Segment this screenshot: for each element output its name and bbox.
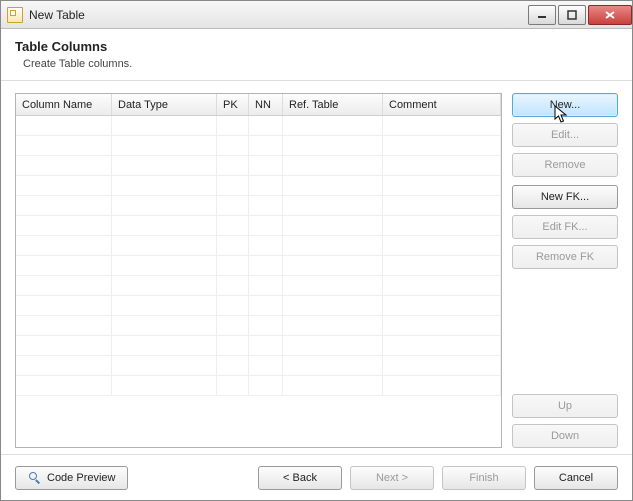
code-preview-label: Code Preview [47,472,115,484]
table-row[interactable] [16,176,501,196]
th-ref-table[interactable]: Ref. Table [283,94,383,115]
finish-button[interactable]: Finish [442,466,526,490]
th-column-name[interactable]: Column Name [16,94,112,115]
table-row[interactable] [16,136,501,156]
table-body[interactable] [16,116,501,447]
new-button[interactable]: New... [512,93,618,117]
th-pk[interactable]: PK [217,94,249,115]
columns-table: Column Name Data Type PK NN Ref. Table C… [15,93,502,448]
back-button[interactable]: < Back [258,466,342,490]
close-button[interactable] [588,5,632,25]
minimize-icon [537,10,547,20]
table-row[interactable] [16,156,501,176]
table-row[interactable] [16,116,501,136]
down-button[interactable]: Down [512,424,618,448]
magnifier-icon [28,471,42,485]
up-button[interactable]: Up [512,394,618,418]
table-row[interactable] [16,196,501,216]
window-title: New Table [29,8,85,22]
table-row[interactable] [16,236,501,256]
table-row[interactable] [16,316,501,336]
dialog-header: Table Columns Create Table columns. [1,29,632,81]
table-row[interactable] [16,376,501,396]
table-icon [7,7,23,23]
maximize-icon [567,10,577,20]
side-buttons: New... Edit... Remove New FK... Edit FK.… [512,93,618,448]
code-preview-button[interactable]: Code Preview [15,466,128,490]
table-row[interactable] [16,296,501,316]
table-row[interactable] [16,256,501,276]
table-row[interactable] [16,276,501,296]
new-table-dialog: New Table Table Columns Create Table col… [0,0,633,501]
titlebar: New Table [1,1,632,29]
table-row[interactable] [16,356,501,376]
new-fk-button[interactable]: New FK... [512,185,618,209]
minimize-button[interactable] [528,5,556,25]
next-button[interactable]: Next > [350,466,434,490]
th-data-type[interactable]: Data Type [112,94,217,115]
remove-fk-button[interactable]: Remove FK [512,245,618,269]
close-icon [604,10,616,20]
page-subtitle: Create Table columns. [15,58,618,70]
edit-fk-button[interactable]: Edit FK... [512,215,618,239]
table-row[interactable] [16,216,501,236]
table-row[interactable] [16,336,501,356]
footer: Code Preview < Back Next > Finish Cancel [1,454,632,500]
table-header: Column Name Data Type PK NN Ref. Table C… [16,94,501,116]
remove-button[interactable]: Remove [512,153,618,177]
content-area: Column Name Data Type PK NN Ref. Table C… [1,81,632,454]
th-nn[interactable]: NN [249,94,283,115]
edit-button[interactable]: Edit... [512,123,618,147]
cancel-button[interactable]: Cancel [534,466,618,490]
page-title: Table Columns [15,39,618,54]
maximize-button[interactable] [558,5,586,25]
th-comment[interactable]: Comment [383,94,501,115]
